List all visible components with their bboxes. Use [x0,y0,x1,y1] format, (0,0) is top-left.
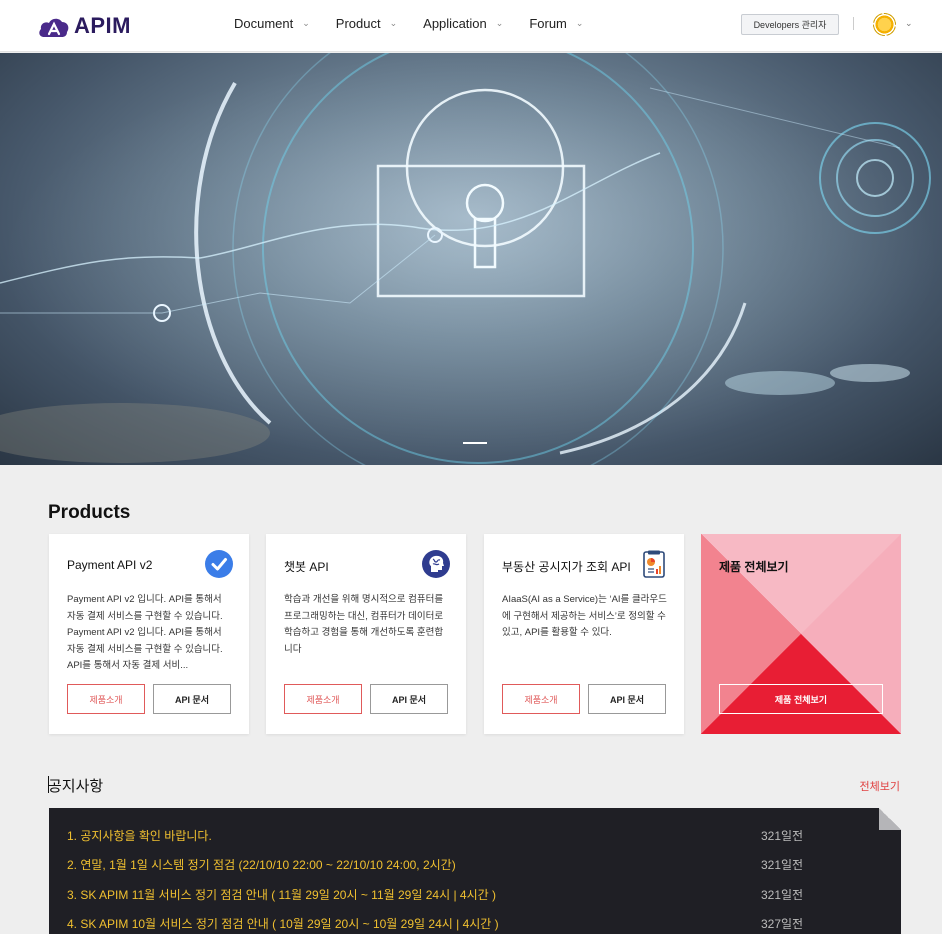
carousel-indicator[interactable] [463,442,487,444]
notice-item[interactable]: 2. 연말, 1월 1일 시스템 정기 점검 (22/10/10 22:00 ~… [67,856,456,873]
chevron-down-icon: ⌄ [575,18,584,28]
product-card-title: 챗봇 API [284,560,329,574]
hero-banner [0,53,942,465]
product-card-title: 부동산 공시지가 조회 API [502,560,631,574]
nav-application[interactable]: Application ⌄ [423,16,503,31]
logo-text: APIM [74,13,131,38]
product-intro-button[interactable]: 제품소개 [284,684,362,714]
notice-date: 321일전 [761,858,804,872]
report-chart-icon [640,550,668,578]
api-doc-button[interactable]: API 문서 [588,684,666,714]
product-card-land-price[interactable]: 부동산 공시지가 조회 API AIaaS(AI as a Service)는 … [484,534,684,734]
notice-date: 321일전 [761,888,804,902]
notice-title: 공지사항 [48,775,103,796]
product-card-description: 학습과 개선을 위해 명시적으로 컴퓨터를 프로그래밍하는 대신, 컴퓨터가 데… [284,594,444,655]
avatar[interactable] [873,13,896,36]
developers-admin-button[interactable]: Developers 관리자 [741,14,839,35]
product-intro-button[interactable]: 제품소개 [502,684,580,714]
chevron-down-icon[interactable]: ⌄ [905,18,913,29]
hero-illustration [0,53,942,465]
product-card-chatbot[interactable]: 챗봇 API 학습과 개선을 위해 명시적으로 컴퓨터를 프로그래밍하는 대신,… [266,534,466,734]
all-products-button[interactable]: 제품 전체보기 [719,684,883,714]
notice-list: 1. 공지사항을 확인 바랍니다. 321일전 2. 연말, 1월 1일 시스템… [49,808,901,934]
product-card-title: Payment API v2 [67,558,153,572]
nav-application-label: Application [423,16,487,31]
notice-item[interactable]: 4. SK APIM 10월 서비스 정기 점검 안내 ( 10월 29일 20… [67,915,499,932]
top-header: APIM Document ⌄ Product ⌄ Application ⌄ … [0,0,942,52]
product-card-payment[interactable]: Payment API v2 Payment API v2 입니다. API를 … [49,534,249,734]
chevron-down-icon: ⌄ [495,18,504,28]
notice-item[interactable]: 1. 공지사항을 확인 바랍니다. [67,827,212,844]
api-doc-button[interactable]: API 문서 [153,684,231,714]
product-intro-button[interactable]: 제품소개 [67,684,145,714]
nav-document-label: Document [234,16,294,31]
check-badge-icon [205,550,233,578]
nav-document[interactable]: Document ⌄ [234,16,310,31]
notice-item[interactable]: 3. SK APIM 11월 서비스 정기 점검 안내 ( 11월 29일 20… [67,886,496,903]
chevron-down-icon: ⌄ [302,18,310,28]
chevron-down-icon: ⌄ [389,18,398,28]
nav-forum[interactable]: Forum ⌄ [529,16,583,31]
page-fold-decoration [879,808,901,830]
product-card-description: Payment API v2 입니다. API를 통해서 자동 결제 서비스를 … [67,594,223,671]
all-products-card[interactable]: 제품 전체보기 제품 전체보기 [701,534,901,734]
notice-date: 327일전 [761,917,804,931]
product-card-description: AIaaS(AI as a Service)는 ‘AI를 클라우드에 구현해서 … [502,594,667,638]
nav-product[interactable]: Product ⌄ [336,16,397,31]
logo[interactable]: APIM [38,13,131,39]
notice-view-all-link[interactable]: 전체보기 [860,778,900,794]
api-doc-button[interactable]: API 문서 [370,684,448,714]
nav-forum-label: Forum [529,16,567,31]
nav-product-label: Product [335,16,381,31]
header-divider [853,17,854,30]
products-title: Products [48,502,131,523]
all-products-title: 제품 전체보기 [719,560,789,574]
apim-logo-icon [38,15,70,38]
main-nav: Document ⌄ Product ⌄ Application ⌄ Forum… [234,16,609,31]
notice-date: 321일전 [761,829,804,843]
brain-head-icon [422,550,450,578]
